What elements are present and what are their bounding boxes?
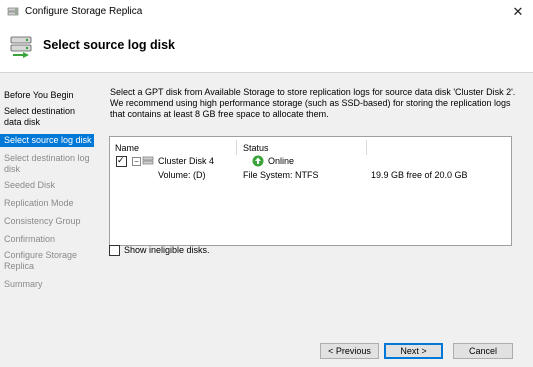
column-header-status[interactable]: Status: [243, 143, 269, 153]
disk-name[interactable]: Cluster Disk 4: [158, 156, 214, 166]
sidebar-item-select-destination-log-disk: Select destination log disk: [4, 153, 90, 174]
sidebar-item-seeded-disk: Seeded Disk: [4, 180, 56, 190]
disk-free-space: 19.9 GB free of 20.0 GB: [371, 170, 468, 180]
check-icon: ✓: [117, 155, 125, 165]
disk-list[interactable]: Name Status ✓ − Cluster Disk 4 Online Vo…: [109, 136, 512, 246]
column-header-name[interactable]: Name: [115, 143, 139, 153]
sidebar-item-consistency-group: Consistency Group: [4, 216, 81, 226]
sidebar-item-summary: Summary: [4, 279, 43, 289]
sidebar-item-select-destination-data-disk[interactable]: Select destination data disk: [0, 106, 94, 128]
cancel-button[interactable]: Cancel: [453, 343, 513, 359]
online-status-icon: [252, 155, 264, 167]
sidebar-item-configure-storage-replica: Configure Storage Replica: [4, 250, 78, 271]
close-icon: ✕: [512, 4, 524, 19]
previous-button[interactable]: < Previous: [320, 343, 379, 359]
disk-volume: Volume: (D): [158, 170, 206, 180]
main-panel: Select a GPT disk from Available Storage…: [96, 73, 533, 367]
disk-icon: [142, 156, 154, 165]
sidebar-item-confirmation: Confirmation: [4, 234, 56, 244]
show-ineligible-label[interactable]: Show ineligible disks.: [124, 245, 210, 255]
disk-status: Online: [268, 156, 295, 166]
window-title: Configure Storage Replica: [25, 6, 143, 17]
disk-stack-icon: [10, 36, 32, 58]
description-text: Select a GPT disk from Available Storage…: [110, 87, 516, 119]
disk-filesystem: File System: NTFS: [243, 170, 319, 180]
next-button[interactable]: Next >: [384, 343, 443, 359]
page-title: Select source log disk: [43, 38, 175, 52]
sidebar-item-select-source-log-disk[interactable]: Select source log disk: [0, 134, 94, 147]
close-button[interactable]: ✕: [503, 0, 533, 24]
storage-replica-icon: [7, 7, 19, 16]
title-bar: Configure Storage Replica ✕: [0, 0, 533, 24]
show-ineligible-checkbox[interactable]: [109, 245, 120, 256]
page-header: Select source log disk: [0, 24, 533, 72]
column-divider: [366, 140, 367, 155]
column-divider: [236, 140, 237, 155]
sidebar-item-replication-mode: Replication Mode: [4, 198, 74, 208]
collapse-icon[interactable]: −: [132, 157, 141, 166]
disk-checkbox[interactable]: ✓: [116, 155, 127, 167]
wizard-sidebar: Before You Begin Select destination data…: [0, 73, 96, 367]
sidebar-item-before-you-begin[interactable]: Before You Begin: [0, 90, 94, 101]
